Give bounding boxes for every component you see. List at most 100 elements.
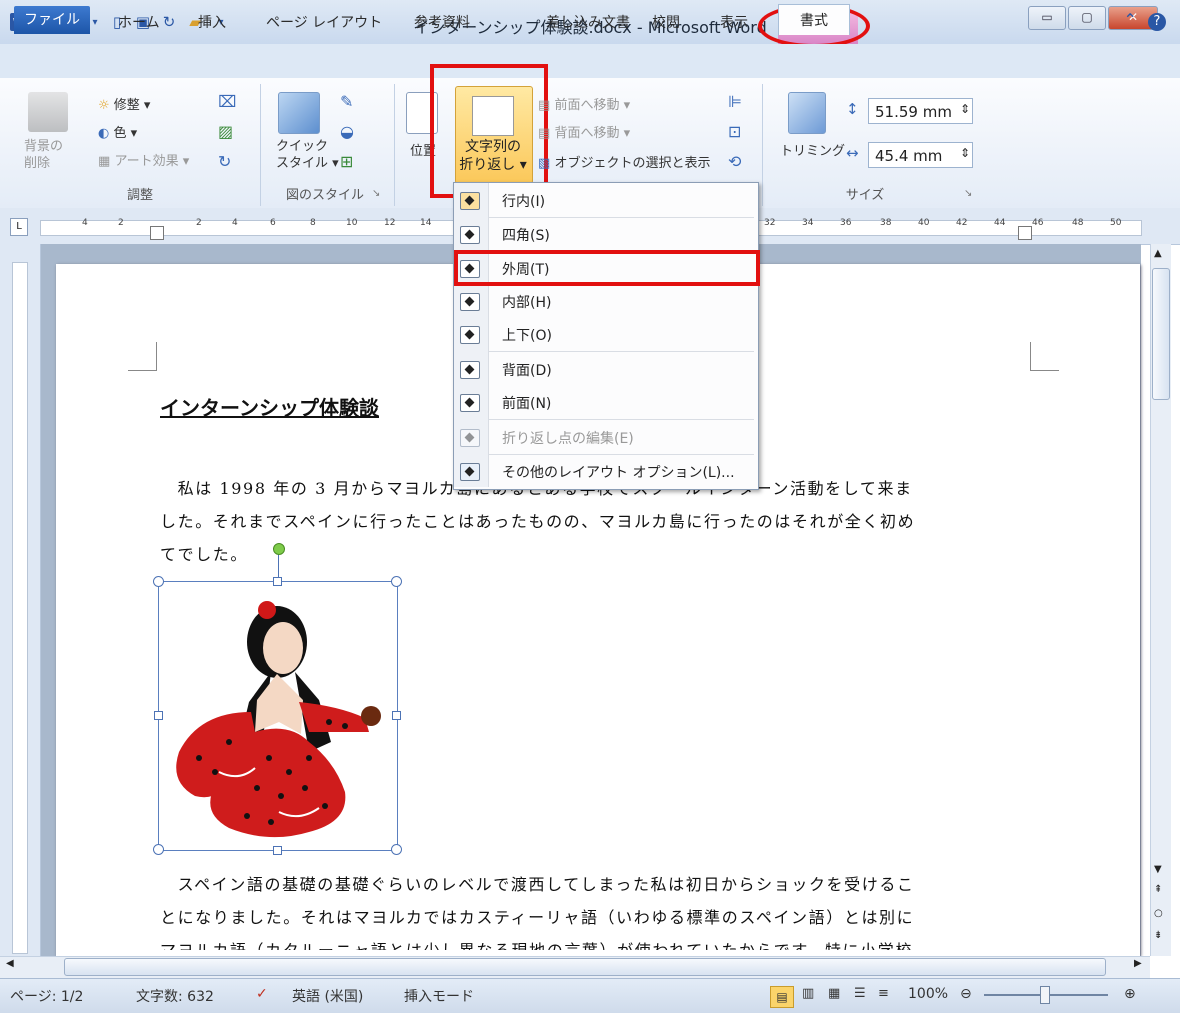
menu-item-label: 前面(N) [502, 396, 552, 412]
proofing-icon[interactable]: ✓ [256, 986, 268, 1002]
width-icon: ↔ [846, 144, 859, 162]
in-front-wrap-icon [460, 394, 480, 412]
zoom-level[interactable]: 100% [908, 986, 948, 1002]
tab-review[interactable]: 校閲 [652, 12, 680, 32]
menu-item-through[interactable]: 内部(H) [454, 285, 756, 317]
tab-page-layout[interactable]: ページ レイアウト [266, 12, 382, 32]
menu-item-more-layout-options[interactable]: その他のレイアウト オプション(L)... [454, 455, 756, 487]
resize-handle-top-left[interactable] [153, 576, 164, 587]
send-backward-button[interactable]: ▤ 背面へ移動 ▾ [538, 122, 630, 141]
insert-mode-indicator[interactable]: 挿入モード [404, 986, 474, 1006]
page-count[interactable]: ページ: 1/2 [10, 986, 83, 1006]
tab-selector-icon[interactable]: L [10, 218, 28, 236]
menu-item-top-bottom[interactable]: 上下(O) [454, 318, 756, 350]
ruler-tick: 8 [310, 218, 316, 228]
right-indent-marker-icon[interactable] [1018, 226, 1032, 240]
minimize-button[interactable]: ▭ [1028, 6, 1066, 30]
rotation-handle[interactable] [273, 543, 285, 555]
align-icon[interactable]: ⊫ [728, 92, 742, 111]
menu-item-label: 行内(I) [502, 194, 546, 210]
vertical-scroll-thumb[interactable] [1152, 268, 1170, 400]
select-browse-object-icon[interactable]: ○ [1154, 908, 1163, 919]
artistic-effects-icon: ▦ [98, 154, 111, 169]
group-objects-icon[interactable]: ⊡ [728, 122, 741, 141]
scroll-down-icon[interactable]: ▼ [1154, 864, 1162, 875]
crop-label[interactable]: トリミング [780, 140, 845, 159]
quick-styles-icon[interactable] [278, 92, 320, 134]
crop-icon[interactable] [788, 92, 826, 134]
artistic-effects-button[interactable]: ▦ アート効果 ▾ [98, 150, 189, 169]
tab-home[interactable]: ホーム [118, 12, 160, 32]
scroll-right-icon[interactable]: ▶ [1134, 958, 1142, 969]
margin-corner-mark [128, 342, 157, 371]
margin-corner-mark [1030, 342, 1059, 371]
layout-options-icon [460, 463, 480, 481]
height-spinner-icon[interactable]: ⇕ [960, 102, 970, 116]
width-spinner-icon[interactable]: ⇕ [960, 146, 970, 160]
full-screen-view-icon[interactable]: ▥ [802, 986, 814, 1001]
menu-separator [488, 351, 754, 352]
resize-handle-right[interactable] [392, 711, 401, 720]
height-input[interactable]: 51.59 mm [868, 98, 973, 124]
edit-wrap-points-icon [460, 429, 480, 447]
tab-references[interactable]: 参考資料 [414, 12, 470, 32]
draft-view-icon[interactable]: ≡ [878, 986, 889, 1001]
print-layout-view-icon[interactable]: ▤ [770, 986, 794, 1008]
corrections-button[interactable]: ☼ 修整 ▾ [98, 94, 150, 113]
tab-format[interactable]: 書式 [778, 4, 850, 35]
size-dialog-launcher-icon[interactable]: ↘ [964, 188, 972, 199]
quick-styles-label[interactable]: クイック スタイル ▾ [276, 138, 339, 172]
document-heading[interactable]: インターンシップ体験談 [160, 392, 379, 421]
zoom-out-icon[interactable]: ⊖ [960, 986, 972, 1002]
resize-handle-bottom-left[interactable] [153, 844, 164, 855]
bring-forward-button[interactable]: ▤ 前面へ移動 ▾ [538, 94, 630, 113]
menu-item-in-line[interactable]: 行内(I) [454, 184, 756, 216]
scroll-left-icon[interactable]: ◀ [6, 958, 14, 969]
scroll-up-icon[interactable]: ▲ [1154, 248, 1162, 259]
resize-handle-top[interactable] [273, 577, 282, 586]
language-indicator[interactable]: 英語 (米国) [292, 986, 363, 1006]
tab-view[interactable]: 表示 [720, 12, 748, 32]
resize-handle-bottom[interactable] [273, 846, 282, 855]
resize-handle-top-right[interactable] [391, 576, 402, 587]
picture-effects-icon[interactable]: ◒ [340, 122, 354, 141]
rotate-icon[interactable]: ⟲ [728, 152, 741, 171]
selection-pane-icon: ▧ [538, 156, 551, 171]
change-picture-icon[interactable]: ▨ [218, 122, 233, 141]
resize-handle-bottom-right[interactable] [391, 844, 402, 855]
menu-item-edit-wrap-points[interactable]: 折り返し点の編集(E) [454, 421, 756, 453]
menu-item-square[interactable]: 四角(S) [454, 218, 756, 250]
zoom-in-icon[interactable]: ⊕ [1124, 986, 1136, 1002]
word-count[interactable]: 文字数: 632 [136, 986, 214, 1006]
remove-background-icon[interactable] [28, 92, 68, 132]
selection-pane-button[interactable]: ▧ オブジェクトの選択と表示 [538, 152, 710, 171]
tab-insert[interactable]: 挿入 [198, 12, 226, 32]
indent-marker-icon[interactable] [150, 226, 164, 240]
dialog-launcher-icon[interactable]: ↘ [372, 188, 380, 199]
vertical-ruler-scale[interactable] [12, 262, 28, 954]
minimize-ribbon-icon[interactable]: ⌃ [1124, 10, 1137, 29]
paragraph-2[interactable]: スペイン語の基礎の基礎ぐらいのレベルで渡西してしまった私は初日からショックを受け… [160, 868, 1030, 950]
horizontal-scroll-thumb[interactable] [64, 958, 1106, 976]
remove-background-label[interactable]: 背景の 削除 [24, 138, 63, 172]
zoom-slider-thumb[interactable] [1040, 986, 1050, 1004]
reset-picture-icon[interactable]: ↻ [218, 152, 231, 171]
previous-page-icon[interactable]: ⇞ [1154, 884, 1162, 895]
tab-mailings[interactable]: 差し込み文書 [546, 12, 630, 32]
color-button[interactable]: ◐ 色 ▾ [98, 122, 137, 141]
tab-file[interactable]: ファイル [14, 6, 90, 34]
web-layout-view-icon[interactable]: ▦ [828, 986, 840, 1001]
compress-pictures-icon[interactable]: ⌧ [218, 92, 236, 111]
width-input[interactable]: 45.4 mm [868, 142, 973, 168]
next-page-icon[interactable]: ⇟ [1154, 930, 1162, 941]
text-line: てでした。 [160, 545, 249, 564]
picture-layout-icon[interactable]: ⊞ [340, 152, 353, 171]
outline-view-icon[interactable]: ☰ [854, 986, 866, 1001]
menu-item-behind-text[interactable]: 背面(D) [454, 353, 756, 385]
maximize-button[interactable]: ▢ [1068, 6, 1106, 30]
menu-item-in-front-of-text[interactable]: 前面(N) [454, 386, 756, 418]
resize-handle-left[interactable] [154, 711, 163, 720]
help-icon[interactable]: ? [1148, 13, 1166, 31]
picture-border-icon[interactable]: ✎ [340, 92, 353, 111]
selected-picture[interactable] [158, 581, 398, 851]
